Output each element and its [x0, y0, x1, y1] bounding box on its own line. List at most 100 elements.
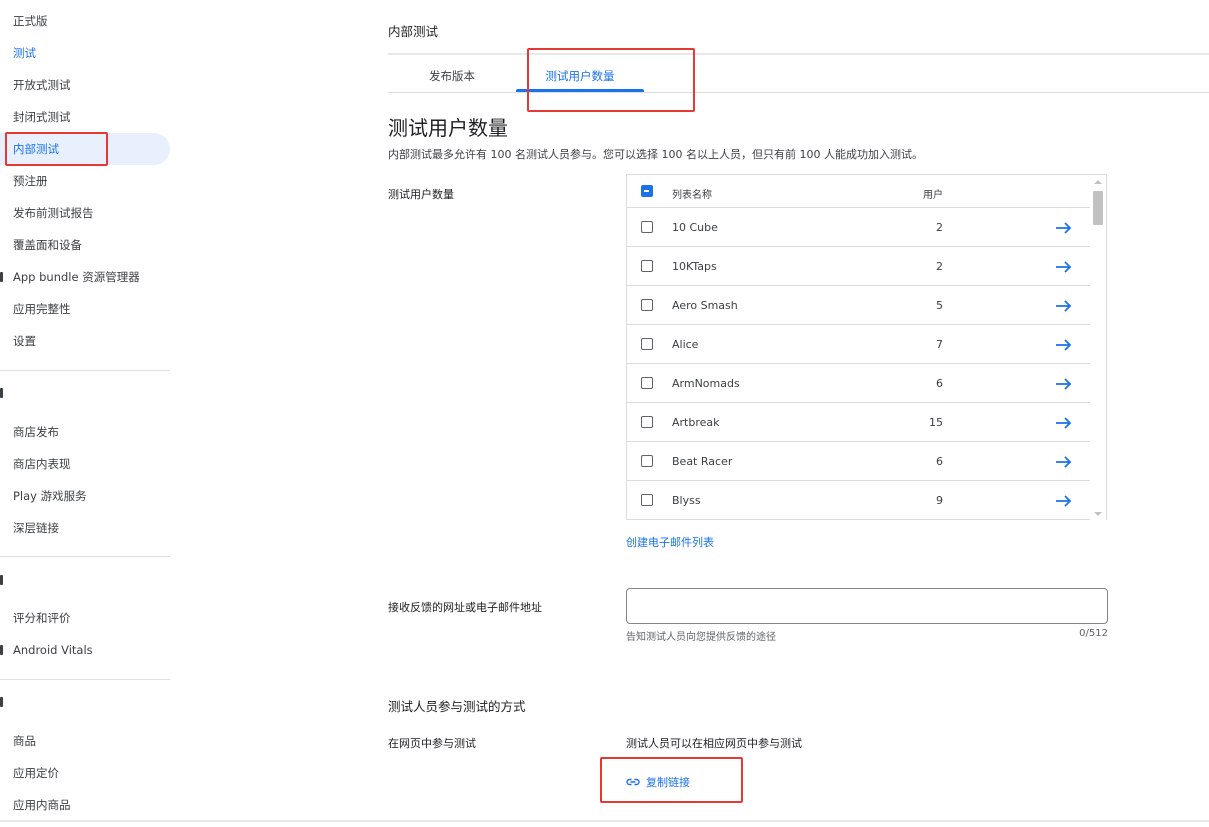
- tab-label: 测试用户数量: [545, 69, 615, 83]
- sidebar-item-testing[interactable]: 测试: [0, 37, 170, 69]
- table-row[interactable]: 10 Cube 2: [627, 208, 1092, 247]
- sidebar-item-store-performance[interactable]: 商店内表现: [0, 448, 170, 480]
- sidebar-item-label: App bundle 资源管理器: [13, 270, 140, 284]
- sidebar-item-label: 覆盖面和设备: [13, 238, 82, 252]
- sidebar-item-app-bundle-explorer[interactable]: App bundle 资源管理器: [0, 261, 170, 293]
- row-checkbox[interactable]: [641, 221, 653, 233]
- feedback-url-input[interactable]: [626, 588, 1108, 624]
- copy-link-button[interactable]: 复制链接: [626, 774, 690, 790]
- sidebar-item-label: 内部测试: [13, 142, 59, 156]
- tabs-divider: [388, 92, 1209, 93]
- sidebar-item-in-app-products[interactable]: 应用内商品: [0, 789, 170, 821]
- table-scrollbar[interactable]: [1090, 175, 1106, 520]
- section-collapse-icon: [0, 697, 3, 707]
- sidebar-divider: [0, 556, 170, 557]
- table-row[interactable]: Artbreak 15: [627, 403, 1092, 442]
- row-checkbox[interactable]: [641, 299, 653, 311]
- arrow-forward-icon[interactable]: [1055, 338, 1073, 352]
- row-checkbox[interactable]: [641, 377, 653, 389]
- row-checkbox[interactable]: [641, 260, 653, 272]
- tab-label: 发布版本: [429, 69, 475, 83]
- sidebar-item-open-testing[interactable]: 开放式测试: [0, 69, 170, 101]
- sidebar-item-closed-testing[interactable]: 封闭式测试: [0, 101, 170, 133]
- row-checkbox[interactable]: [641, 455, 653, 467]
- select-all-checkbox[interactable]: [641, 185, 653, 197]
- table-row[interactable]: Blyss 9: [627, 481, 1092, 520]
- page-description: 内部测试最多允许有 100 名测试人员参与。您可以选择 100 名以上人员，但只…: [388, 148, 923, 161]
- sidebar-item-label: 评分和评价: [13, 611, 71, 625]
- arrow-forward-icon[interactable]: [1055, 299, 1073, 313]
- sidebar-item-label: 深层链接: [13, 521, 59, 535]
- sidebar-item-label: 应用完整性: [13, 302, 71, 316]
- tab-testers[interactable]: 测试用户数量: [516, 60, 644, 92]
- scroll-up-icon[interactable]: [1094, 180, 1102, 184]
- sidebar-item-android-vitals[interactable]: Android Vitals: [0, 634, 170, 666]
- arrow-forward-icon[interactable]: [1055, 455, 1073, 469]
- feedback-char-counter: 0/512: [1079, 628, 1108, 639]
- sidebar-item-deep-links[interactable]: 深层链接: [0, 512, 170, 544]
- arrow-forward-icon[interactable]: [1055, 221, 1073, 235]
- sidebar-divider: [0, 370, 170, 371]
- sidebar-item-play-games-services[interactable]: Play 游戏服务: [0, 480, 170, 512]
- sidebar-item-label: 预注册: [13, 174, 48, 188]
- arrow-forward-icon[interactable]: [1055, 377, 1073, 391]
- table-row[interactable]: Alice 7: [627, 325, 1092, 364]
- sidebar-item-internal-testing[interactable]: 内部测试: [0, 133, 170, 165]
- arrow-forward-icon[interactable]: [1055, 416, 1073, 430]
- page-title: 测试用户数量: [388, 116, 508, 140]
- header-divider: [388, 53, 1209, 55]
- nav-bullet-icon: [0, 645, 3, 655]
- list-user-count: 2: [936, 260, 943, 273]
- table-row[interactable]: 10KTaps 2: [627, 247, 1092, 286]
- create-email-list-link[interactable]: 创建电子邮件列表: [626, 534, 714, 550]
- sidebar-item-ratings-reviews[interactable]: 评分和评价: [0, 602, 170, 634]
- sidebar-item-label: Android Vitals: [13, 643, 93, 657]
- row-checkbox[interactable]: [641, 416, 653, 428]
- join-web-label: 在网页中参与测试: [388, 737, 476, 750]
- table-row[interactable]: Aero Smash 5: [627, 286, 1092, 325]
- sidebar-item-label: 商店发布: [13, 425, 59, 439]
- sidebar-item-reach-devices[interactable]: 覆盖面和设备: [0, 229, 170, 261]
- sidebar-item-label: 设置: [13, 334, 36, 348]
- list-name: 10KTaps: [672, 260, 717, 273]
- sidebar-divider: [0, 679, 170, 680]
- sidebar-item-pre-registration[interactable]: 预注册: [0, 165, 170, 197]
- testers-table: 列表名称 用户 10 Cube 2 10KTaps 2 Aero Smash 5…: [626, 174, 1107, 520]
- sidebar-item-label: 发布前测试报告: [13, 206, 94, 220]
- list-user-count: 7: [936, 338, 943, 351]
- sidebar-item-settings[interactable]: 设置: [0, 325, 170, 357]
- feedback-helper-text: 告知测试人员向您提供反馈的途径: [626, 632, 776, 643]
- join-section-title: 测试人员参与测试的方式: [388, 699, 526, 714]
- page-bottom-divider: [0, 820, 1209, 822]
- list-user-count: 9: [936, 494, 943, 507]
- scroll-down-icon[interactable]: [1094, 512, 1102, 516]
- row-checkbox[interactable]: [641, 494, 653, 506]
- sidebar-item-production[interactable]: 正式版: [0, 5, 170, 37]
- list-name: Alice: [672, 338, 699, 351]
- list-name: ArmNomads: [672, 377, 740, 390]
- feedback-label: 接收反馈的网址或电子邮件地址: [388, 601, 542, 614]
- list-name: Artbreak: [672, 416, 720, 429]
- row-checkbox[interactable]: [641, 338, 653, 350]
- sidebar-item-app-integrity[interactable]: 应用完整性: [0, 293, 170, 325]
- list-name: 10 Cube: [672, 221, 718, 234]
- sidebar-item-label: 开放式测试: [13, 78, 71, 92]
- list-user-count: 6: [936, 377, 943, 390]
- list-name: Beat Racer: [672, 455, 733, 468]
- sidebar-nav: 正式版 测试 开放式测试 封闭式测试 内部测试 预注册 发布前测试报告 覆盖面和…: [0, 0, 172, 827]
- sidebar-item-store-presence[interactable]: 商店发布: [0, 416, 170, 448]
- copy-link-label: 复制链接: [646, 776, 690, 789]
- tab-releases[interactable]: 发布版本: [388, 60, 516, 92]
- sidebar-item-products[interactable]: 商品: [0, 725, 170, 757]
- sidebar-item-pre-launch-report[interactable]: 发布前测试报告: [0, 197, 170, 229]
- section-collapse-icon: [0, 388, 3, 398]
- arrow-forward-icon[interactable]: [1055, 260, 1073, 274]
- sidebar-item-app-pricing[interactable]: 应用定价: [0, 757, 170, 789]
- sidebar-item-label: 测试: [13, 46, 36, 60]
- table-row[interactable]: Beat Racer 6: [627, 442, 1092, 481]
- scrollbar-thumb[interactable]: [1093, 191, 1103, 225]
- arrow-forward-icon[interactable]: [1055, 494, 1073, 508]
- page-header-title: 内部测试: [388, 24, 439, 39]
- table-row[interactable]: ArmNomads 6: [627, 364, 1092, 403]
- table-header: 列表名称 用户: [627, 175, 1092, 208]
